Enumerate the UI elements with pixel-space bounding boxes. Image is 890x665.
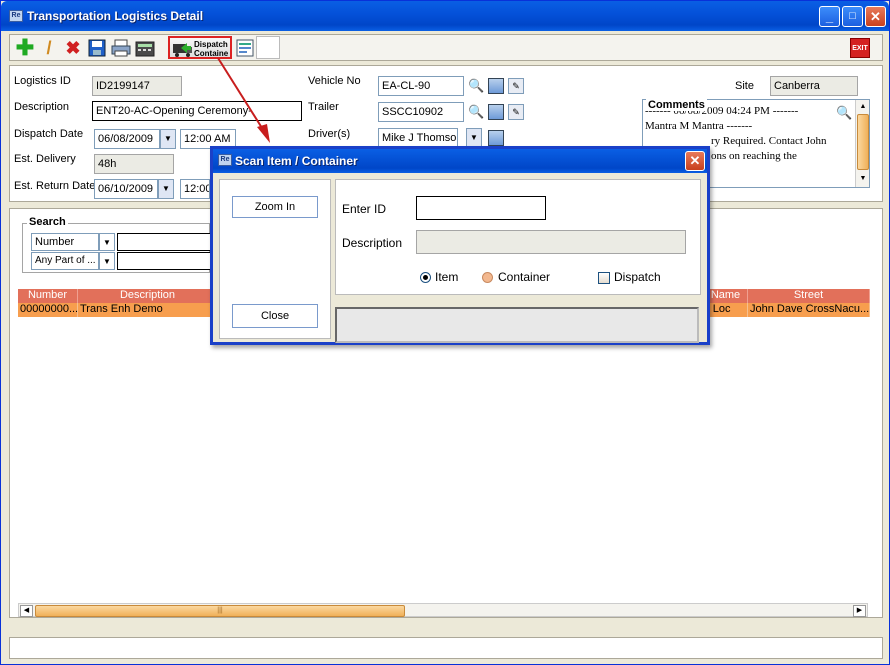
horizontal-scrollbar[interactable]: ◀ ||| ▶ xyxy=(18,603,868,617)
dispatch-checkbox[interactable] xyxy=(598,272,610,284)
scroll-up-icon[interactable]: ▲ xyxy=(857,101,869,113)
container-radio[interactable] xyxy=(482,272,493,283)
toolbar: ✚ / ✖ Dispatch Containe EXIT xyxy=(9,34,883,61)
search-field-select[interactable]: Number xyxy=(31,233,99,251)
est-return-date-label: Est. Return Date xyxy=(14,180,96,192)
dialog-close-icon[interactable]: ✕ xyxy=(685,151,705,171)
est-delivery-label: Est. Delivery xyxy=(14,153,76,165)
comments-search-icon[interactable]: 🔍 xyxy=(836,105,852,120)
logistics-id-field[interactable]: ID2199147 xyxy=(92,76,182,96)
minimize-button[interactable]: _ xyxy=(819,6,840,27)
row-description-cell[interactable]: Trans Enh Demo xyxy=(78,303,218,317)
calculator-icon[interactable] xyxy=(134,37,156,59)
drivers-dropdown-button[interactable]: ▼ xyxy=(466,128,482,148)
dialog-button-panel: Zoom In Close xyxy=(219,179,331,339)
chevron-down-icon[interactable]: ▼ xyxy=(99,233,115,251)
dispatch-label-line1: Dispatch xyxy=(194,40,228,49)
vehicle-edit-icon[interactable]: ✎ xyxy=(508,78,524,94)
description-label: Description xyxy=(342,236,403,250)
maximize-button[interactable]: □ xyxy=(842,6,863,27)
comments-scrollbar[interactable]: ▲ ▼ xyxy=(855,100,869,187)
add-icon[interactable]: ✚ xyxy=(14,37,36,59)
print-icon[interactable] xyxy=(110,37,132,59)
dispatch-checkbox-label: Dispatch xyxy=(614,270,661,284)
column-header-street[interactable]: Street xyxy=(748,289,870,303)
dispatch-date-label: Dispatch Date xyxy=(14,128,84,140)
zoom-in-button[interactable]: Zoom In xyxy=(232,196,318,218)
comments-label: Comments xyxy=(646,99,707,111)
logistics-id-label: Logistics ID xyxy=(14,75,71,87)
drivers-lookup-icon[interactable] xyxy=(488,130,504,146)
chevron-down-icon[interactable]: ▼ xyxy=(99,252,115,270)
search-legend: Search xyxy=(27,216,68,228)
dialog-title: Scan Item / Container xyxy=(235,154,358,168)
save-icon[interactable] xyxy=(86,37,108,59)
edit-icon[interactable]: / xyxy=(38,37,60,59)
row-number-cell[interactable]: 00000000... xyxy=(18,303,78,317)
report-icon[interactable] xyxy=(234,37,256,59)
delete-icon[interactable]: ✖ xyxy=(62,37,84,59)
dialog-app-icon: Re xyxy=(218,154,232,166)
dialog-title-bar[interactable]: Re Scan Item / Container ✕ xyxy=(213,149,707,173)
scroll-right-icon[interactable]: ▶ xyxy=(853,605,866,617)
column-header-name[interactable]: Name xyxy=(704,289,748,303)
vehicle-search-icon[interactable]: 🔍 xyxy=(468,78,484,93)
horizontal-scroll-thumb[interactable]: ||| xyxy=(35,605,405,617)
column-header-number[interactable]: Number xyxy=(18,289,78,303)
status-bar xyxy=(9,637,883,659)
vehicle-label: Vehicle No xyxy=(308,75,361,87)
enter-id-input[interactable] xyxy=(416,196,546,220)
trailer-field[interactable]: SSCC10902 xyxy=(378,102,464,122)
search-mode-select[interactable]: Any Part of ... xyxy=(31,252,99,270)
dispatch-date-field[interactable]: 06/08/2009 xyxy=(94,129,160,149)
dispatch-label-line2: Containe xyxy=(194,49,229,58)
close-button[interactable]: Close xyxy=(232,304,318,328)
item-radio-label: Item xyxy=(435,270,459,284)
site-field[interactable]: Canberra xyxy=(770,76,858,96)
dispatch-container-button[interactable]: Dispatch Containe xyxy=(168,36,232,59)
dialog-form-panel: Enter ID Description Item Container Disp… xyxy=(335,179,701,295)
trailer-search-icon[interactable]: 🔍 xyxy=(468,104,484,119)
title-bar[interactable]: Re Transportation Logistics Detail _ □ ✕ xyxy=(1,1,889,31)
description-display xyxy=(416,230,686,254)
close-window-button[interactable]: ✕ xyxy=(865,6,886,27)
container-radio-label: Container xyxy=(498,270,551,284)
trailer-edit-icon[interactable]: ✎ xyxy=(508,104,524,120)
column-header-description[interactable]: Description xyxy=(78,289,218,303)
row-street-cell[interactable]: John Dave CrossNacu... xyxy=(748,303,870,317)
trailer-label: Trailer xyxy=(308,101,339,113)
drivers-label: Driver(s) xyxy=(308,128,351,140)
description-field[interactable]: ENT20-AC-Opening Ceremony- xyxy=(92,101,302,121)
est-return-time-field[interactable]: 12:00 xyxy=(180,179,210,199)
vehicle-lookup-icon[interactable] xyxy=(488,78,504,94)
dispatch-date-picker-button[interactable]: ▼ xyxy=(160,129,176,149)
exit-button[interactable]: EXIT xyxy=(850,38,870,58)
drivers-field[interactable]: Mike J Thomson xyxy=(378,128,458,148)
comments-scroll-thumb[interactable] xyxy=(857,114,869,170)
est-return-date-picker-button[interactable]: ▼ xyxy=(158,179,174,199)
item-radio[interactable] xyxy=(420,272,431,283)
enter-id-label: Enter ID xyxy=(342,202,387,216)
row-name-cell[interactable]: r Loc xyxy=(704,303,748,317)
site-label: Site xyxy=(735,80,754,92)
vehicle-field[interactable]: EA-CL-90 xyxy=(378,76,464,96)
est-delivery-field[interactable]: 48h xyxy=(94,154,174,174)
scroll-left-icon[interactable]: ◀ xyxy=(20,605,33,617)
scroll-down-icon[interactable]: ▼ xyxy=(857,173,869,185)
search-group: Search Number ▼ Any Part of ... ▼ xyxy=(22,216,211,273)
est-return-date-field[interactable]: 06/10/2009 xyxy=(94,179,158,199)
blank-toolbar-slot xyxy=(256,36,280,59)
scan-dialog: Re Scan Item / Container ✕ Zoom In Close… xyxy=(210,146,710,345)
search-mode-input[interactable] xyxy=(117,252,211,270)
window-title: Transportation Logistics Detail xyxy=(27,9,204,23)
description-label: Description xyxy=(14,101,70,113)
trailer-lookup-icon[interactable] xyxy=(488,104,504,120)
scan-status-area xyxy=(335,307,699,343)
comments-line: Mantra M Mantra ------- xyxy=(645,120,753,132)
app-icon: Re xyxy=(9,10,23,22)
search-input[interactable] xyxy=(117,233,211,251)
